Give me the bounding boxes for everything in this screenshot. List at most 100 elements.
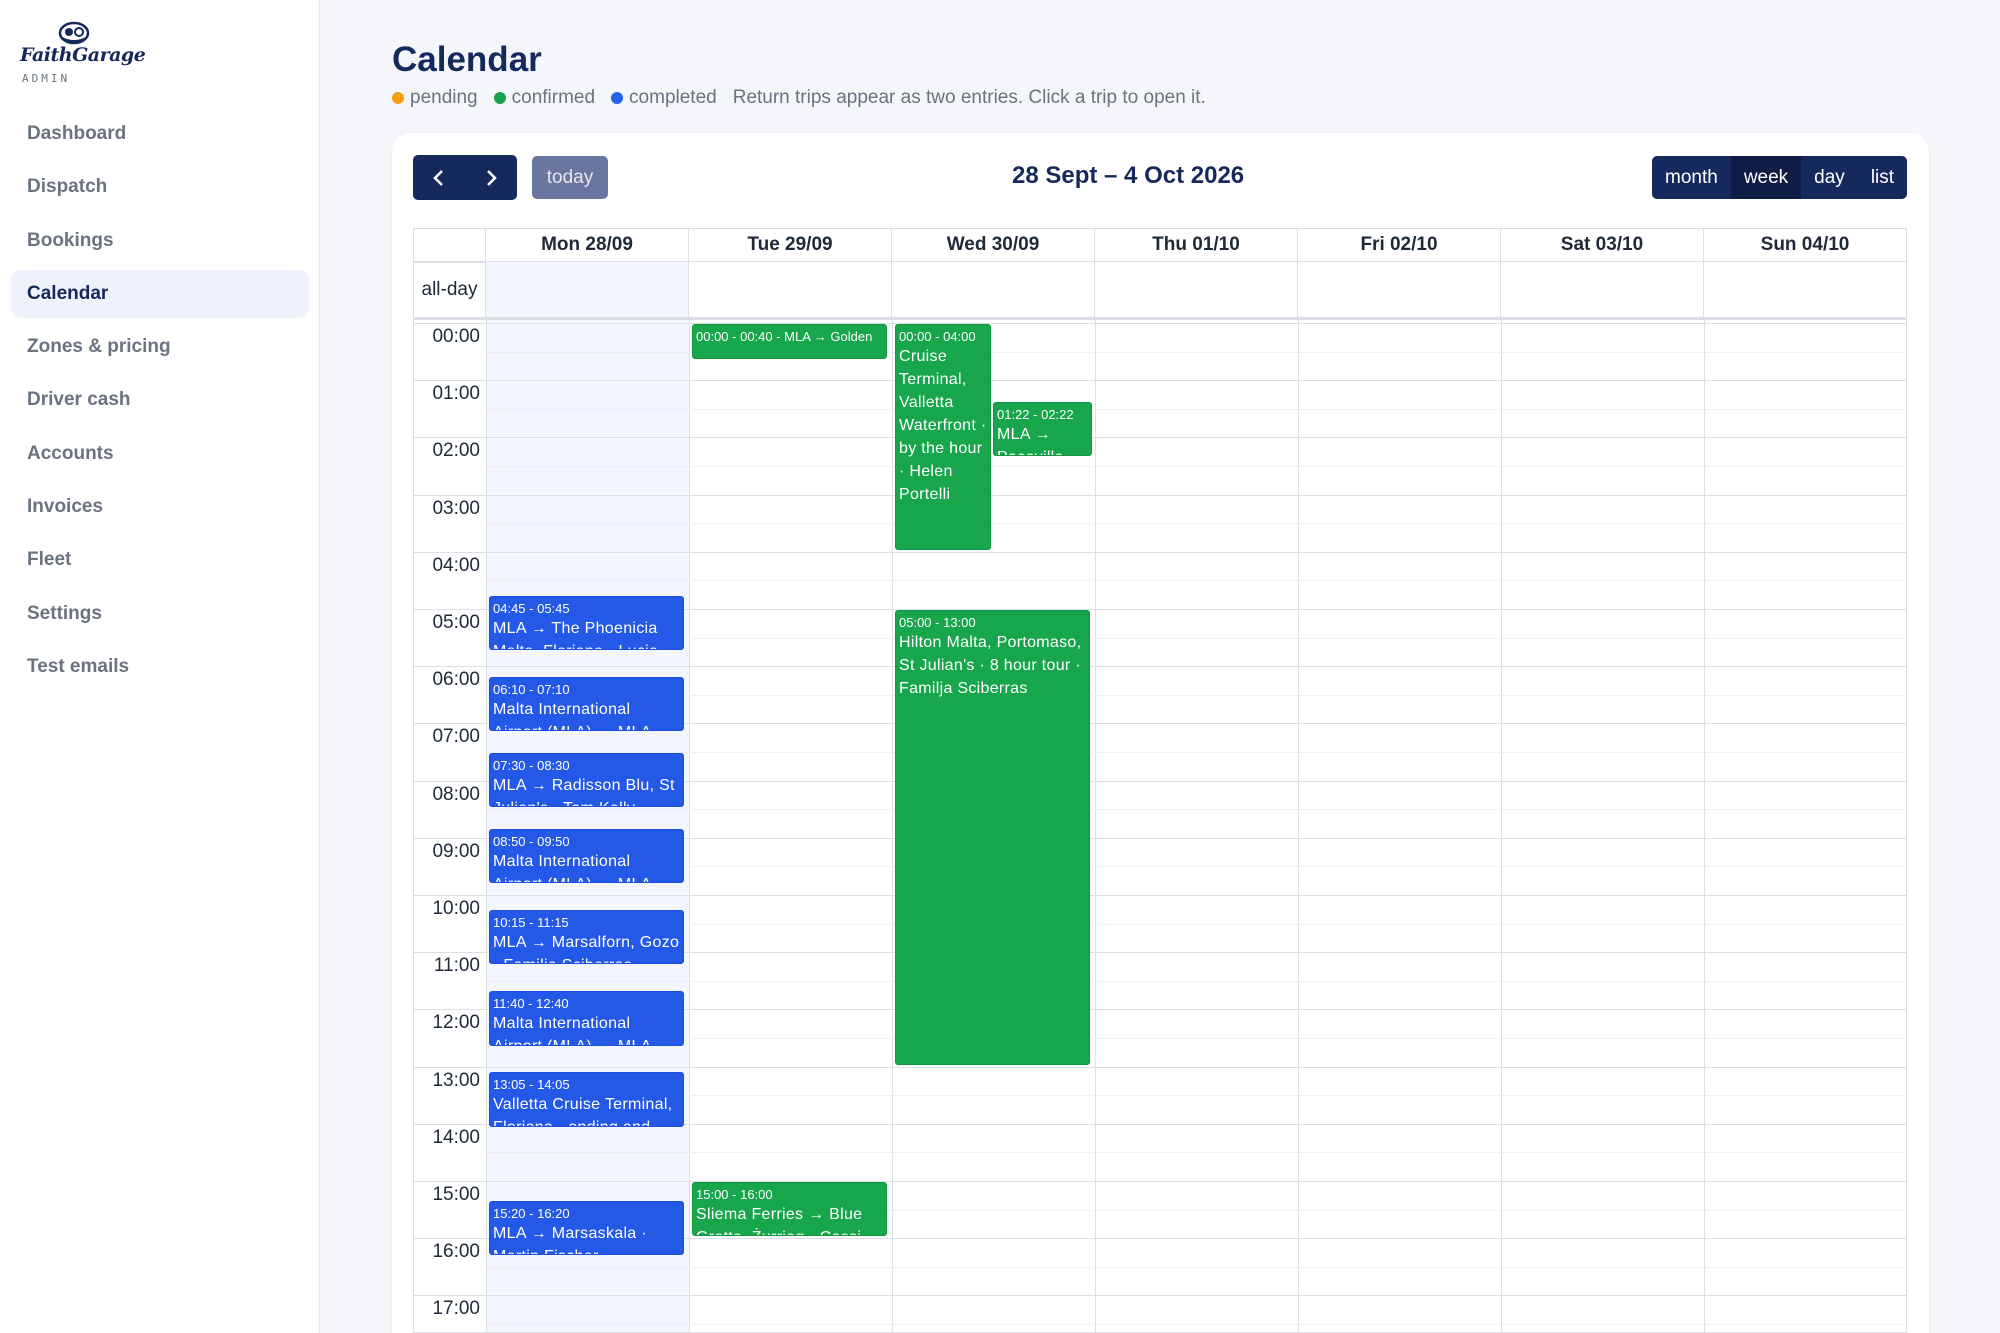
next-week-button[interactable] (465, 155, 517, 200)
allday-cell[interactable] (1298, 262, 1501, 320)
chevron-right-icon (487, 169, 497, 186)
legend-hint: Return trips appear as two entries. Clic… (732, 87, 1206, 108)
time-label: 00:00 (432, 326, 480, 347)
trip-event[interactable]: 10:15 - 11:15 MLA → Marsalforn, Gozo · Fa… (489, 910, 684, 965)
legend-item-pending: pending (392, 87, 478, 109)
hour-line (414, 895, 1906, 896)
time-label: 08:00 (432, 783, 480, 805)
trip-event[interactable]: 05:00 - 13:00 Hilton Malta, Portomaso, St… (895, 610, 1090, 1065)
sidebar-item-settings[interactable]: Settings (11, 590, 309, 638)
date-nav-buttons (413, 155, 517, 200)
sidebar-item-dashboard[interactable]: Dashboard (11, 110, 309, 158)
event-title: MLA → Marsalforn, Gozo · Familja Sciberr… (493, 934, 680, 963)
event-title: MLA → Radisson Blu, St Julian's · Tom Ke… (493, 777, 675, 806)
half-hour-line (486, 866, 1906, 868)
allday-label: all-day (414, 262, 486, 320)
day-header[interactable]: Mon 28/09 (486, 229, 689, 262)
allday-cell[interactable] (1704, 262, 1906, 320)
event-time: 01:22 - 02:22 (997, 407, 1074, 423)
half-hour-line (486, 523, 1906, 525)
event-title: Malta International Airport (MLA) → MLA (493, 700, 651, 730)
hour-line (414, 551, 1906, 553)
day-header[interactable]: Sat 03/10 (1501, 229, 1704, 262)
trip-event[interactable]: 00:00 - 04:00 Cruise Terminal, Valletta W… (895, 324, 991, 550)
sidebar-item-fleet[interactable]: Fleet (11, 536, 309, 584)
day-header[interactable]: Tue 29/09 (689, 229, 892, 262)
view-month-button[interactable]: month (1652, 156, 1731, 199)
prev-week-button[interactable] (413, 155, 465, 200)
half-hour-line (486, 1324, 1906, 1325)
event-time: 08:50 - 09:50 (493, 834, 570, 850)
view-week-button[interactable]: week (1730, 156, 1802, 199)
today-button[interactable]: today (532, 156, 608, 199)
view-day-button[interactable]: day (1801, 156, 1858, 199)
day-header[interactable]: Sun 04/10 (1704, 229, 1906, 262)
event-time: 00:00 - 00:40 - MLA → Golden (696, 329, 873, 344)
time-label: 14:00 (432, 1126, 480, 1148)
half-hour-line (486, 923, 1906, 925)
half-hour-line (486, 694, 1906, 696)
half-hour-line (486, 1095, 1906, 1097)
sidebar-item-calendar[interactable]: Calendar (11, 269, 309, 318)
allday-cell[interactable] (1095, 262, 1298, 320)
day-header[interactable]: Wed 30/09 (892, 229, 1095, 262)
half-hour-line (486, 1266, 1906, 1268)
event-title: Malta International Airport (MLA) → MLA (493, 853, 651, 882)
event-time: 15:20 - 16:20 (493, 1206, 570, 1222)
brand-logo[interactable]: FaithGarage ADMIN (20, 18, 146, 88)
allday-cell[interactable] (892, 262, 1095, 320)
event-title: Malta International Airport (MLA) → MLA (493, 1015, 651, 1044)
day-header[interactable]: Fri 02/10 (1298, 229, 1501, 262)
half-hour-line (486, 1038, 1906, 1039)
trip-event[interactable]: 15:20 - 16:20 MLA → Marsaskala · Martin F… (489, 1201, 684, 1256)
hour-line (414, 380, 1906, 382)
legend-item-completed: completed (611, 87, 717, 109)
trip-event[interactable]: 08:50 - 09:50 Malta International Airport… (489, 829, 684, 884)
day-header[interactable]: Thu 01/10 (1095, 229, 1298, 262)
sidebar-item-test-emails[interactable]: Test emails (11, 643, 309, 691)
sidebar-item-zones-pricing[interactable]: Zones & pricing (11, 323, 309, 371)
week-calendar: all-day Mon 28/09 Tue 29/09 Wed 30/09 Thu 0… (413, 228, 1907, 1333)
view-list-button[interactable]: list (1857, 156, 1908, 199)
date-range-title: 28 Sept – 4 Oct 2026 (1012, 162, 1245, 189)
trip-event[interactable]: 07:30 - 08:30 MLA → Radisson Blu, St Juli… (489, 753, 684, 808)
allday-cell[interactable] (1501, 262, 1704, 320)
time-label: 05:00 (432, 612, 480, 633)
trip-event[interactable]: 00:00 - 00:40 - MLA → Golden (692, 324, 887, 360)
page-title: Calendar (392, 40, 542, 79)
time-label: 09:00 (432, 840, 480, 862)
trip-event[interactable]: 01:22 - 02:22 MLA → Paceville, St Julian'… (993, 402, 1092, 457)
sidebar-item-accounts[interactable]: Accounts (11, 430, 309, 478)
time-label: 04:00 (432, 554, 480, 576)
chevron-left-icon (433, 169, 443, 186)
trip-event[interactable]: 04:45 - 05:45 MLA → The Phoenicia Malta, … (489, 595, 684, 650)
event-title: MLA → Marsaskala · Martin Fischer (493, 1225, 647, 1254)
status-dot-icon (392, 92, 404, 104)
trip-event[interactable]: 11:40 - 12:40 Malta International Airport… (489, 991, 684, 1046)
sidebar-item-driver-cash[interactable]: Driver cash (11, 376, 309, 424)
time-label: 15:00 (432, 1184, 480, 1205)
time-label: 01:00 (432, 383, 480, 405)
event-time: 07:30 - 08:30 (493, 758, 570, 773)
sidebar-item-dispatch[interactable]: Dispatch (11, 163, 309, 211)
trip-event[interactable]: 15:00 - 16:00 Sliema Ferries → Blue Grott… (692, 1182, 887, 1237)
hour-line (414, 1066, 1906, 1068)
trip-event[interactable]: 06:10 - 07:10 Malta International Airport… (489, 676, 684, 731)
event-title: Valletta Cruise Terminal, Floriana · end… (493, 1096, 673, 1125)
allday-cell[interactable] (689, 262, 892, 320)
event-title: MLA → Paceville, St Julian's (997, 426, 1068, 455)
half-hour-line (486, 408, 1906, 410)
sidebar-item-bookings[interactable]: Bookings (11, 217, 309, 265)
trip-event[interactable]: 13:05 - 14:05 Valletta Cruise Terminal, F… (489, 1072, 684, 1127)
time-label: 16:00 (432, 1241, 480, 1263)
legend-label: confirmed (511, 87, 596, 108)
event-time: 11:40 - 12:40 (493, 996, 569, 1012)
status-dot-icon (611, 92, 624, 104)
event-title: Cruise Terminal, Valletta Waterfront · b… (899, 348, 987, 503)
event-time: 15:00 - 16:00 (696, 1187, 773, 1202)
time-label: 10:00 (432, 898, 480, 919)
hour-line (414, 494, 1906, 496)
sidebar-item-invoices[interactable]: Invoices (11, 483, 309, 531)
allday-cell[interactable] (486, 262, 689, 320)
event-time: 13:05 - 14:05 (493, 1077, 570, 1093)
